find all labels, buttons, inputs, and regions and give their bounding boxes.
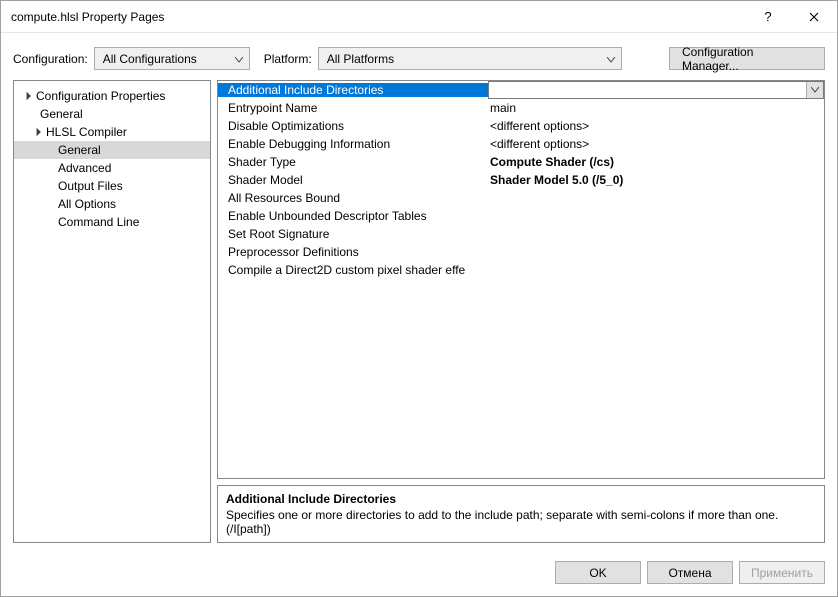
property-value[interactable]: Shader Model 5.0 (/5_0) xyxy=(488,173,824,187)
property-row[interactable]: Disable Optimizations<different options> xyxy=(218,117,824,135)
property-name: All Resources Bound xyxy=(218,191,488,205)
tree-item-hlsl-command-line[interactable]: Command Line xyxy=(14,213,210,231)
property-value[interactable]: <different options> xyxy=(488,119,824,133)
property-name: Disable Optimizations xyxy=(218,119,488,133)
property-row[interactable]: Enable Debugging Information<different o… xyxy=(218,135,824,153)
property-name: Additional Include Directories xyxy=(218,83,488,97)
tree-item-label: General xyxy=(40,107,83,121)
tree-item-label: HLSL Compiler xyxy=(46,125,127,139)
property-name: Enable Unbounded Descriptor Tables xyxy=(218,209,488,223)
property-name: Enable Debugging Information xyxy=(218,137,488,151)
apply-button[interactable]: Применить xyxy=(739,561,825,584)
description-body: Specifies one or more directories to add… xyxy=(226,508,816,536)
ok-button[interactable]: OK xyxy=(555,561,641,584)
property-name: Entrypoint Name xyxy=(218,101,488,115)
property-row[interactable]: Shader ModelShader Model 5.0 (/5_0) xyxy=(218,171,824,189)
description-panel: Additional Include Directories Specifies… xyxy=(217,485,825,543)
property-name: Shader Type xyxy=(218,155,488,169)
tree-panel[interactable]: Configuration Properties General HLSL Co… xyxy=(13,80,211,543)
tree-item-hlsl-general[interactable]: General xyxy=(14,141,210,159)
property-pages-window: compute.hlsl Property Pages ? Configurat… xyxy=(0,0,838,597)
configuration-label: Configuration: xyxy=(13,52,88,66)
window-title: compute.hlsl Property Pages xyxy=(11,10,745,24)
tree-item-label: Advanced xyxy=(58,161,111,175)
property-grid[interactable]: Additional Include Directories Entrypoint… xyxy=(217,80,825,479)
close-icon xyxy=(809,12,819,22)
tree-item-label: Output Files xyxy=(58,179,123,193)
tree-item-label: Command Line xyxy=(58,215,139,229)
property-name: Set Root Signature xyxy=(218,227,488,241)
expander-icon[interactable] xyxy=(22,92,34,100)
cancel-button[interactable]: Отмена xyxy=(647,561,733,584)
property-row[interactable]: Entrypoint Namemain xyxy=(218,99,824,117)
chevron-down-icon xyxy=(811,87,819,93)
property-row[interactable]: Compile a Direct2D custom pixel shader e… xyxy=(218,261,824,279)
property-value[interactable] xyxy=(488,81,824,99)
property-row[interactable]: Shader TypeCompute Shader (/cs) xyxy=(218,153,824,171)
expander-icon[interactable] xyxy=(32,128,44,136)
tree-item-hlsl-compiler[interactable]: HLSL Compiler xyxy=(14,123,210,141)
content-area: Configuration Properties General HLSL Co… xyxy=(1,80,837,551)
configuration-combo[interactable]: All Configurations xyxy=(94,47,250,70)
configuration-row: Configuration: All Configurations Platfo… xyxy=(1,33,837,80)
property-row[interactable]: All Resources Bound xyxy=(218,189,824,207)
property-name: Preprocessor Definitions xyxy=(218,245,488,259)
help-button[interactable]: ? xyxy=(745,1,791,32)
property-row[interactable]: Preprocessor Definitions xyxy=(218,243,824,261)
chevron-down-icon xyxy=(607,52,615,66)
platform-combo[interactable]: All Platforms xyxy=(318,47,622,70)
configuration-manager-button[interactable]: Configuration Manager... xyxy=(669,47,825,70)
titlebar: compute.hlsl Property Pages ? xyxy=(1,1,837,33)
dropdown-button[interactable] xyxy=(806,82,823,98)
footer: OK Отмена Применить xyxy=(1,551,837,596)
property-name: Compile a Direct2D custom pixel shader e… xyxy=(218,263,488,277)
tree-item-hlsl-all-options[interactable]: All Options xyxy=(14,195,210,213)
tree-root-label: Configuration Properties xyxy=(36,89,165,103)
tree-item-label: General xyxy=(58,143,101,157)
platform-label: Platform: xyxy=(264,52,312,66)
close-button[interactable] xyxy=(791,1,837,32)
tree-item-label: All Options xyxy=(58,197,116,211)
tree-root-configuration-properties[interactable]: Configuration Properties xyxy=(14,87,210,105)
right-panel: Additional Include Directories Entrypoint… xyxy=(217,80,825,543)
description-title: Additional Include Directories xyxy=(226,492,816,506)
property-value[interactable]: <different options> xyxy=(488,137,824,151)
property-name: Shader Model xyxy=(218,173,488,187)
chevron-down-icon xyxy=(235,52,243,66)
property-value[interactable]: main xyxy=(488,101,824,115)
tree-item-general[interactable]: General xyxy=(14,105,210,123)
property-row[interactable]: Additional Include Directories xyxy=(218,81,824,99)
property-value[interactable]: Compute Shader (/cs) xyxy=(488,155,824,169)
tree-item-hlsl-output-files[interactable]: Output Files xyxy=(14,177,210,195)
tree-item-hlsl-advanced[interactable]: Advanced xyxy=(14,159,210,177)
platform-value: All Platforms xyxy=(327,52,394,66)
configuration-value: All Configurations xyxy=(103,52,197,66)
property-row[interactable]: Set Root Signature xyxy=(218,225,824,243)
property-row[interactable]: Enable Unbounded Descriptor Tables xyxy=(218,207,824,225)
